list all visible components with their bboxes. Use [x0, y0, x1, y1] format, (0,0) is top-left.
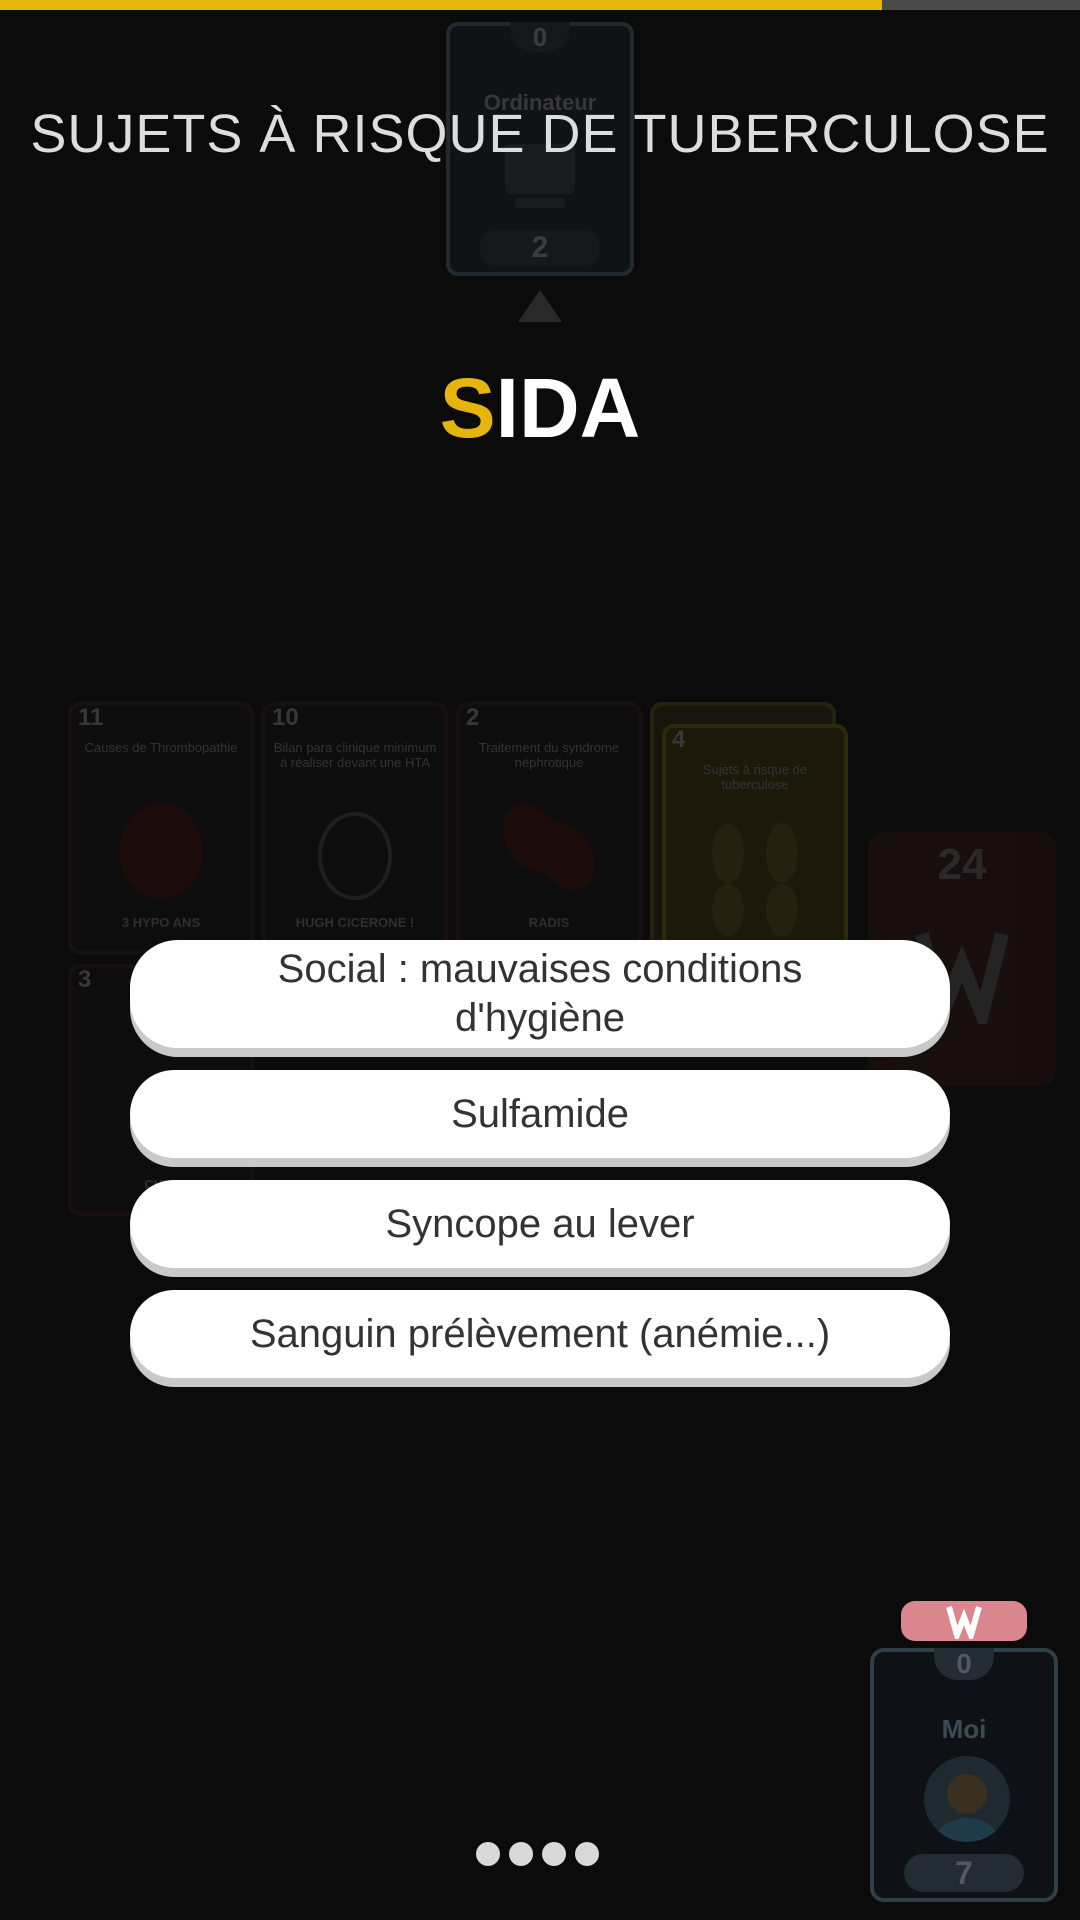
board-card[interactable]: 4 Sujets à risque de tuberculose: [662, 724, 848, 976]
avatar-headset-icon: [924, 1756, 1010, 1842]
organ-icon: [318, 812, 392, 900]
board-card[interactable]: 11 Causes de Thrombopathie 3 HYPO ANS: [68, 702, 254, 954]
choice-label-line2: d'hygiène: [455, 996, 625, 1040]
answer-rest: IDA: [495, 361, 641, 455]
choice-label: Syncope au lever: [385, 1201, 695, 1246]
pagination-dot: [476, 1842, 500, 1866]
card-title: Causes de Thrombopathie: [84, 740, 238, 755]
answer-first-letter: S: [439, 361, 496, 455]
triangle-up-icon: [518, 290, 562, 322]
pagination-dot: [509, 1842, 533, 1866]
choice-button[interactable]: Syncope au lever: [130, 1180, 950, 1268]
pagination-dots: [476, 1842, 599, 1866]
player-top-count: 0: [934, 1648, 994, 1680]
deck-count: 24: [937, 840, 987, 889]
choice-label: Social : mauvaises conditions d'hygiène: [278, 945, 803, 1043]
card-number: 4: [672, 726, 686, 753]
w-logo-icon: [946, 1606, 982, 1639]
category-title: SUJETS À RISQUE DE TUBERCULOSE: [30, 104, 1050, 164]
choice-label: Sulfamide: [451, 1091, 629, 1136]
pagination-dot: [575, 1842, 599, 1866]
answer-word: SIDA: [0, 360, 1080, 457]
blood-cells-icon: [503, 804, 595, 890]
card-number: 10: [272, 704, 299, 731]
card-footer: RADIS: [528, 915, 570, 930]
board-card[interactable]: 2 Traitement du syndrome néphrotique RAD…: [456, 702, 642, 954]
card-footer: HUGH CICERONE !: [295, 915, 415, 930]
opponent-top-count: 0: [510, 22, 570, 52]
card-title: Sujets à risque de tuberculose: [702, 762, 808, 792]
card-title: Bilan para clinique minimum à réaliser d…: [273, 740, 437, 770]
choice-button[interactable]: Social : mauvaises conditions d'hygiène: [130, 940, 950, 1048]
player-bottom-count: 7: [904, 1854, 1024, 1892]
card-number: 2: [466, 704, 480, 731]
player-name: Moi: [941, 1714, 987, 1744]
heart-icon: [119, 803, 203, 899]
choice-button[interactable]: Sanguin prélèvement (anémie...): [130, 1290, 950, 1378]
card-number: 11: [78, 704, 104, 731]
card-footer: 3 HYPO ANS: [121, 915, 201, 930]
card-number: 3: [78, 966, 92, 993]
opponent-bottom-count: 2: [480, 230, 600, 266]
answer-choices: Social : mauvaises conditions d'hygiène …: [130, 940, 950, 1400]
board-card[interactable]: 10 Bilan para clinique minimum à réalise…: [262, 702, 448, 954]
brand-badge[interactable]: [901, 1601, 1027, 1641]
choice-label-line1: Social : mauvaises conditions: [277, 947, 803, 991]
pagination-dot: [542, 1842, 566, 1866]
lungs-icon: [712, 823, 798, 936]
choice-label: Sanguin prélèvement (anémie...): [249, 1311, 831, 1356]
card-title: Traitement du syndrome néphrotique: [478, 740, 620, 770]
player-card: 0 Moi 7: [870, 1648, 1058, 1902]
choice-button[interactable]: Sulfamide: [130, 1070, 950, 1158]
